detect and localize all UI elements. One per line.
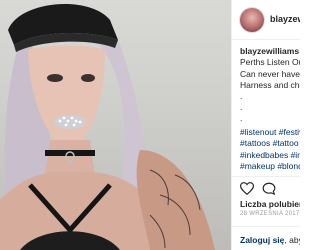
caption-line-3: Can never have e	[240, 68, 300, 79]
caption-dot-3: .	[240, 113, 243, 124]
post-username[interactable]: blayzew	[270, 14, 300, 24]
caption-line-2: Perths Listen Out	[240, 57, 300, 68]
login-prompt-rest: , aby	[284, 235, 300, 245]
login-footer: Zaloguj się, aby	[232, 226, 300, 250]
likes-count[interactable]: Liczba polubień:	[240, 199, 300, 209]
hashtag-line[interactable]: #makeup #blond	[240, 161, 300, 172]
caption-dot-2: .	[240, 102, 243, 113]
post-photo[interactable]	[0, 0, 231, 250]
post-header: blayzew	[232, 0, 300, 40]
hashtags: #listenout #festiv #tattoos #tattoo #ink…	[240, 127, 300, 172]
caption: blayzewilliams A Perths Listen Out Can n…	[240, 46, 300, 124]
post-actions	[232, 176, 300, 198]
caption-username[interactable]: blayzewilliams	[240, 46, 299, 56]
post-date: 28 WRZEŚNIA 2017	[240, 211, 300, 217]
post-photo-illustration	[0, 3, 215, 250]
heart-icon[interactable]	[240, 182, 254, 195]
hashtag-line[interactable]: #inkedbabes #in	[240, 150, 300, 161]
hashtag-line[interactable]: #tattoos #tattoo	[240, 138, 300, 149]
caption-dot-1: .	[240, 91, 243, 102]
comment-icon[interactable]	[262, 182, 276, 195]
caption-line-4: Harness and chok	[240, 79, 300, 90]
post-sidebar: blayzew blayzewilliams A Perths Listen O…	[231, 0, 300, 250]
login-link[interactable]: Zaloguj się	[240, 235, 284, 245]
login-prompt: Zaloguj się, aby	[240, 235, 300, 245]
avatar[interactable]	[240, 8, 264, 32]
hashtag-line[interactable]: #listenout #festiv	[240, 127, 300, 138]
